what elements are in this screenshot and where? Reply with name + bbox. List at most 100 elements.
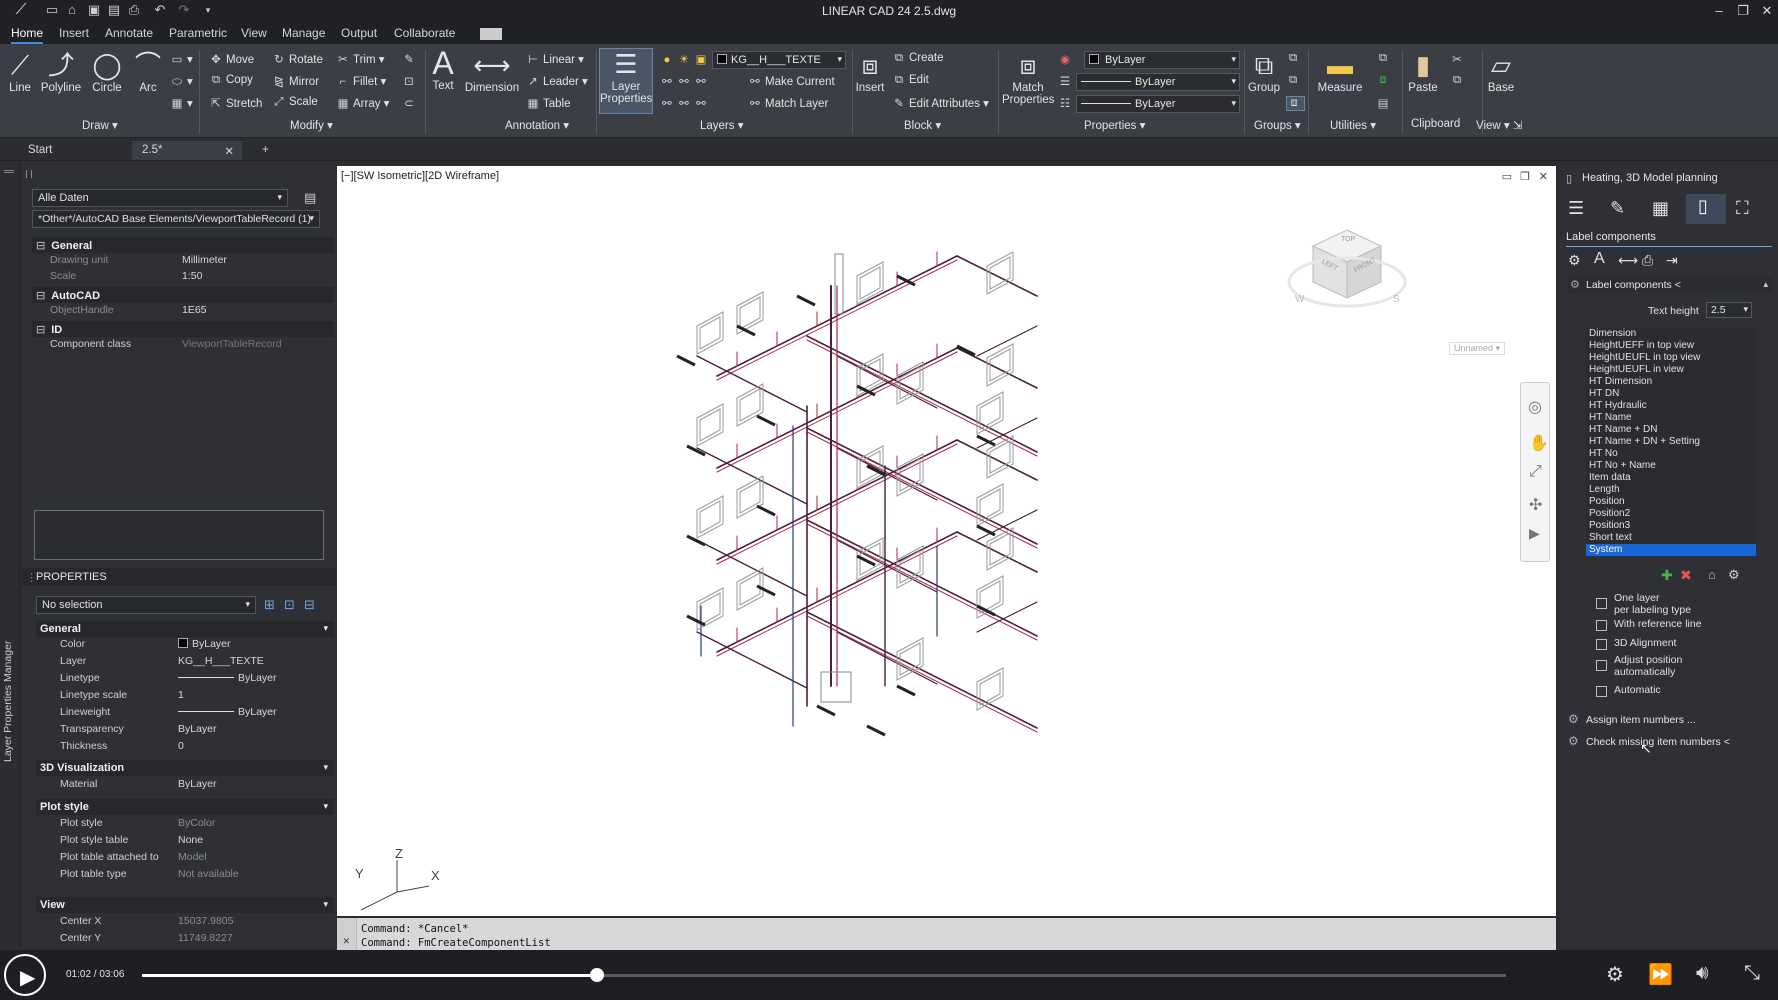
leader-button[interactable]: ↗ Leader ▾ <box>526 74 588 88</box>
layer-tools-row1[interactable]: ⚯ ⚯ ⚯ <box>660 74 711 88</box>
riser-pipe[interactable] <box>834 253 844 315</box>
close-window-icon[interactable]: ✕ <box>1756 1 1778 21</box>
group-tool[interactable]: ⧉ Group <box>1248 50 1280 94</box>
boiler-unit[interactable] <box>820 671 852 703</box>
tab-document[interactable]: 2.5* ✕ <box>132 141 242 160</box>
list-item[interactable]: HT Name <box>1586 412 1756 424</box>
explode-icon[interactable]: ⊡ <box>402 74 419 88</box>
pipe-segment[interactable] <box>696 355 808 413</box>
ungroup-icon[interactable]: ⧉ <box>1286 52 1303 65</box>
tab-annotate[interactable]: Annotate <box>105 26 153 40</box>
prop-plot-table[interactable]: Plot style table None <box>60 834 334 850</box>
trim-button[interactable]: ✂ Trim ▾ <box>336 52 384 66</box>
list-item[interactable]: HT Name + DN <box>1586 424 1756 436</box>
prop-thickness[interactable]: Thickness 0 <box>60 740 334 756</box>
radiator[interactable] <box>736 383 764 427</box>
description-box[interactable] <box>34 510 324 560</box>
3d-alignment-checkbox[interactable]: 3D Alignment <box>1596 637 1766 651</box>
move-button[interactable]: ✥ Move <box>209 52 254 66</box>
orbit-icon[interactable]: ✣ <box>1529 495 1542 515</box>
layer-properties-manager-label[interactable]: Layer Properties Manager <box>2 622 14 762</box>
tab-parametric[interactable]: Parametric <box>169 26 227 40</box>
automatic-checkbox[interactable]: Automatic <box>1596 684 1766 698</box>
insert-tool[interactable]: ⧈ Insert <box>854 50 886 94</box>
edit-button[interactable]: ⧉ Edit <box>892 74 929 87</box>
tab-start[interactable]: Start <box>18 141 62 160</box>
pipe-segment[interactable] <box>836 631 938 685</box>
create-button[interactable]: ⧉ Create <box>892 52 944 65</box>
list-item[interactable]: HT No + Name <box>1586 460 1756 472</box>
paste-tool[interactable]: ▮ Paste <box>1406 50 1440 94</box>
props-section-3d[interactable]: 3D Visualization ▾ <box>36 760 334 776</box>
layer-tools-row2[interactable]: ⚯ ⚯ ⚯ <box>660 96 711 110</box>
circle-tool[interactable]: ◯ Circle <box>90 50 124 94</box>
adjust-position-checkbox[interactable]: Adjust position automatically <box>1596 654 1766 680</box>
showmotion-icon[interactable]: ▶ <box>1529 525 1540 542</box>
list-item[interactable]: HeightUEUFL in top view <box>1586 352 1756 364</box>
utility-icon-1[interactable]: ⧉ <box>1376 52 1393 65</box>
prop-plot-attached[interactable]: Plot table attached to Model <box>60 851 334 867</box>
label-tag[interactable] <box>686 614 706 627</box>
match-layer-button[interactable]: ⚯ Match Layer <box>748 96 828 110</box>
calculator-icon[interactable]: ▤ <box>1376 96 1393 110</box>
color-combo[interactable]: ByLayer ▾ <box>1084 51 1240 69</box>
list-item[interactable]: System <box>1586 544 1756 556</box>
selection-combo[interactable]: No selection ▾ <box>36 596 256 614</box>
lineweight-icon[interactable]: ☷ <box>1058 96 1075 110</box>
linetype-combo[interactable]: ByLayer ▾ <box>1076 73 1240 91</box>
viewcube-top-label[interactable]: TOP <box>1341 236 1355 243</box>
lineweight-combo[interactable]: ByLayer ▾ <box>1076 95 1240 113</box>
table-button[interactable]: ▦ Table <box>526 96 571 110</box>
cut-icon[interactable]: ✂ <box>1450 52 1467 66</box>
make-current-button[interactable]: ⚯ Make Current <box>748 74 835 88</box>
label-tag[interactable] <box>796 294 816 307</box>
list-view-icon[interactable]: ▤ <box>304 190 320 206</box>
label-tag[interactable] <box>896 274 916 287</box>
prop-transparency[interactable]: Transparency ByLayer <box>60 723 334 739</box>
command-line[interactable]: ✕ Command: *Cancel* Command: FmCreateCom… <box>337 918 1556 950</box>
stretch-button[interactable]: ⇱ Stretch <box>209 96 262 110</box>
group-layers[interactable]: Layers ▾ <box>700 118 744 132</box>
group-modify[interactable]: Modify ▾ <box>290 118 333 132</box>
restore-icon[interactable]: ❐ <box>1732 1 1754 21</box>
prop-lineweight[interactable]: Lineweight ByLayer <box>60 706 334 722</box>
ellipse-icon[interactable]: ⬭ ▾ <box>170 74 193 89</box>
ribbon-toggle-icon[interactable] <box>480 28 502 40</box>
view-cube[interactable]: TOP LEFT FRONT W S <box>1287 222 1407 332</box>
polyline-tool[interactable]: ⤴ Polyline <box>38 50 84 94</box>
prop-layer[interactable]: Layer KG__H___TEXTE <box>60 655 334 671</box>
label-tag[interactable] <box>896 684 916 697</box>
group-utilities[interactable]: Utilities ▾ <box>1330 118 1376 132</box>
label-export-icon[interactable]: ⇥ <box>1666 252 1678 269</box>
list-item[interactable]: HeightUEFF in top view <box>1586 340 1756 352</box>
list-item[interactable]: HT No <box>1586 448 1756 460</box>
volume-icon[interactable]: 🔊︎ <box>1696 962 1709 985</box>
steering-wheel-icon[interactable]: ◎ <box>1528 397 1542 417</box>
grip-icon[interactable] <box>26 170 32 178</box>
radiator[interactable] <box>696 403 724 447</box>
section-general[interactable]: ⊟ General <box>32 237 334 253</box>
layer-properties-button[interactable]: ☰ Layer Properties <box>599 48 653 114</box>
pipe-segment[interactable] <box>976 417 1038 449</box>
measure-tool[interactable]: ▬ Measure <box>1316 50 1364 94</box>
radiator[interactable] <box>696 495 724 539</box>
check-missing-numbers-button[interactable]: ⚙ Check missing item numbers < <box>1566 734 1772 750</box>
seek-track[interactable] <box>142 968 1506 982</box>
radiator[interactable] <box>736 475 764 519</box>
rectangle-icon[interactable]: ▭ ▾ <box>170 52 193 66</box>
label-text-icon[interactable]: A <box>1594 250 1605 268</box>
label-tag[interactable] <box>676 354 696 367</box>
label-dimension-icon[interactable]: ⟷ <box>1618 252 1638 269</box>
copy-button[interactable]: ⧉ Copy <box>209 74 253 87</box>
props-section-plot[interactable]: Plot style ▾ <box>36 799 334 815</box>
tab-manage[interactable]: Manage <box>282 26 325 40</box>
settings-gear-icon[interactable]: ⚙ <box>1606 962 1624 987</box>
pan-hand-icon[interactable]: ✋ <box>1529 433 1549 453</box>
calculator-icon[interactable]: ▦ <box>1652 198 1669 219</box>
match-properties-tool[interactable]: ⧈ Match Properties <box>1002 50 1054 106</box>
pipe-segment[interactable] <box>696 631 808 689</box>
list-item[interactable]: HeightUEUFL in view <box>1586 364 1756 376</box>
pipe-segment[interactable] <box>976 601 1038 633</box>
tab-collaborate[interactable]: Collaborate <box>394 26 455 40</box>
rotate-button[interactable]: ↻ Rotate <box>272 52 323 66</box>
